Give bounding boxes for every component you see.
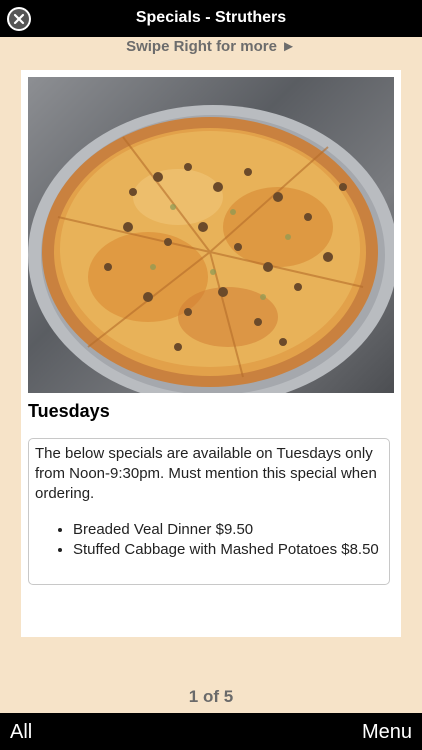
list-item: Stuffed Cabbage with Mashed Potatoes $8.… <box>73 540 383 560</box>
special-card: Tuesdays The below specials are availabl… <box>21 70 401 637</box>
special-items-list: Breaded Veal Dinner $9.50 Stuffed Cabbag… <box>35 520 383 560</box>
swipe-hint: Swipe Right for more ► <box>126 38 296 55</box>
page-title: Specials - Struthers <box>135 9 287 26</box>
list-item: Breaded Veal Dinner $9.50 <box>73 520 383 540</box>
all-button[interactable]: All <box>10 721 32 744</box>
pizza-photo <box>28 77 394 393</box>
top-bar: Specials - Struthers <box>0 0 422 37</box>
special-details-box: The below specials are available on Tues… <box>28 438 390 585</box>
special-day-heading: Tuesdays <box>28 401 110 421</box>
bottom-bar: All Menu <box>0 713 422 750</box>
menu-button[interactable]: Menu <box>362 721 412 744</box>
page-indicator: 1 of 5 <box>188 687 234 706</box>
special-description: The below specials are available on Tues… <box>35 445 377 502</box>
